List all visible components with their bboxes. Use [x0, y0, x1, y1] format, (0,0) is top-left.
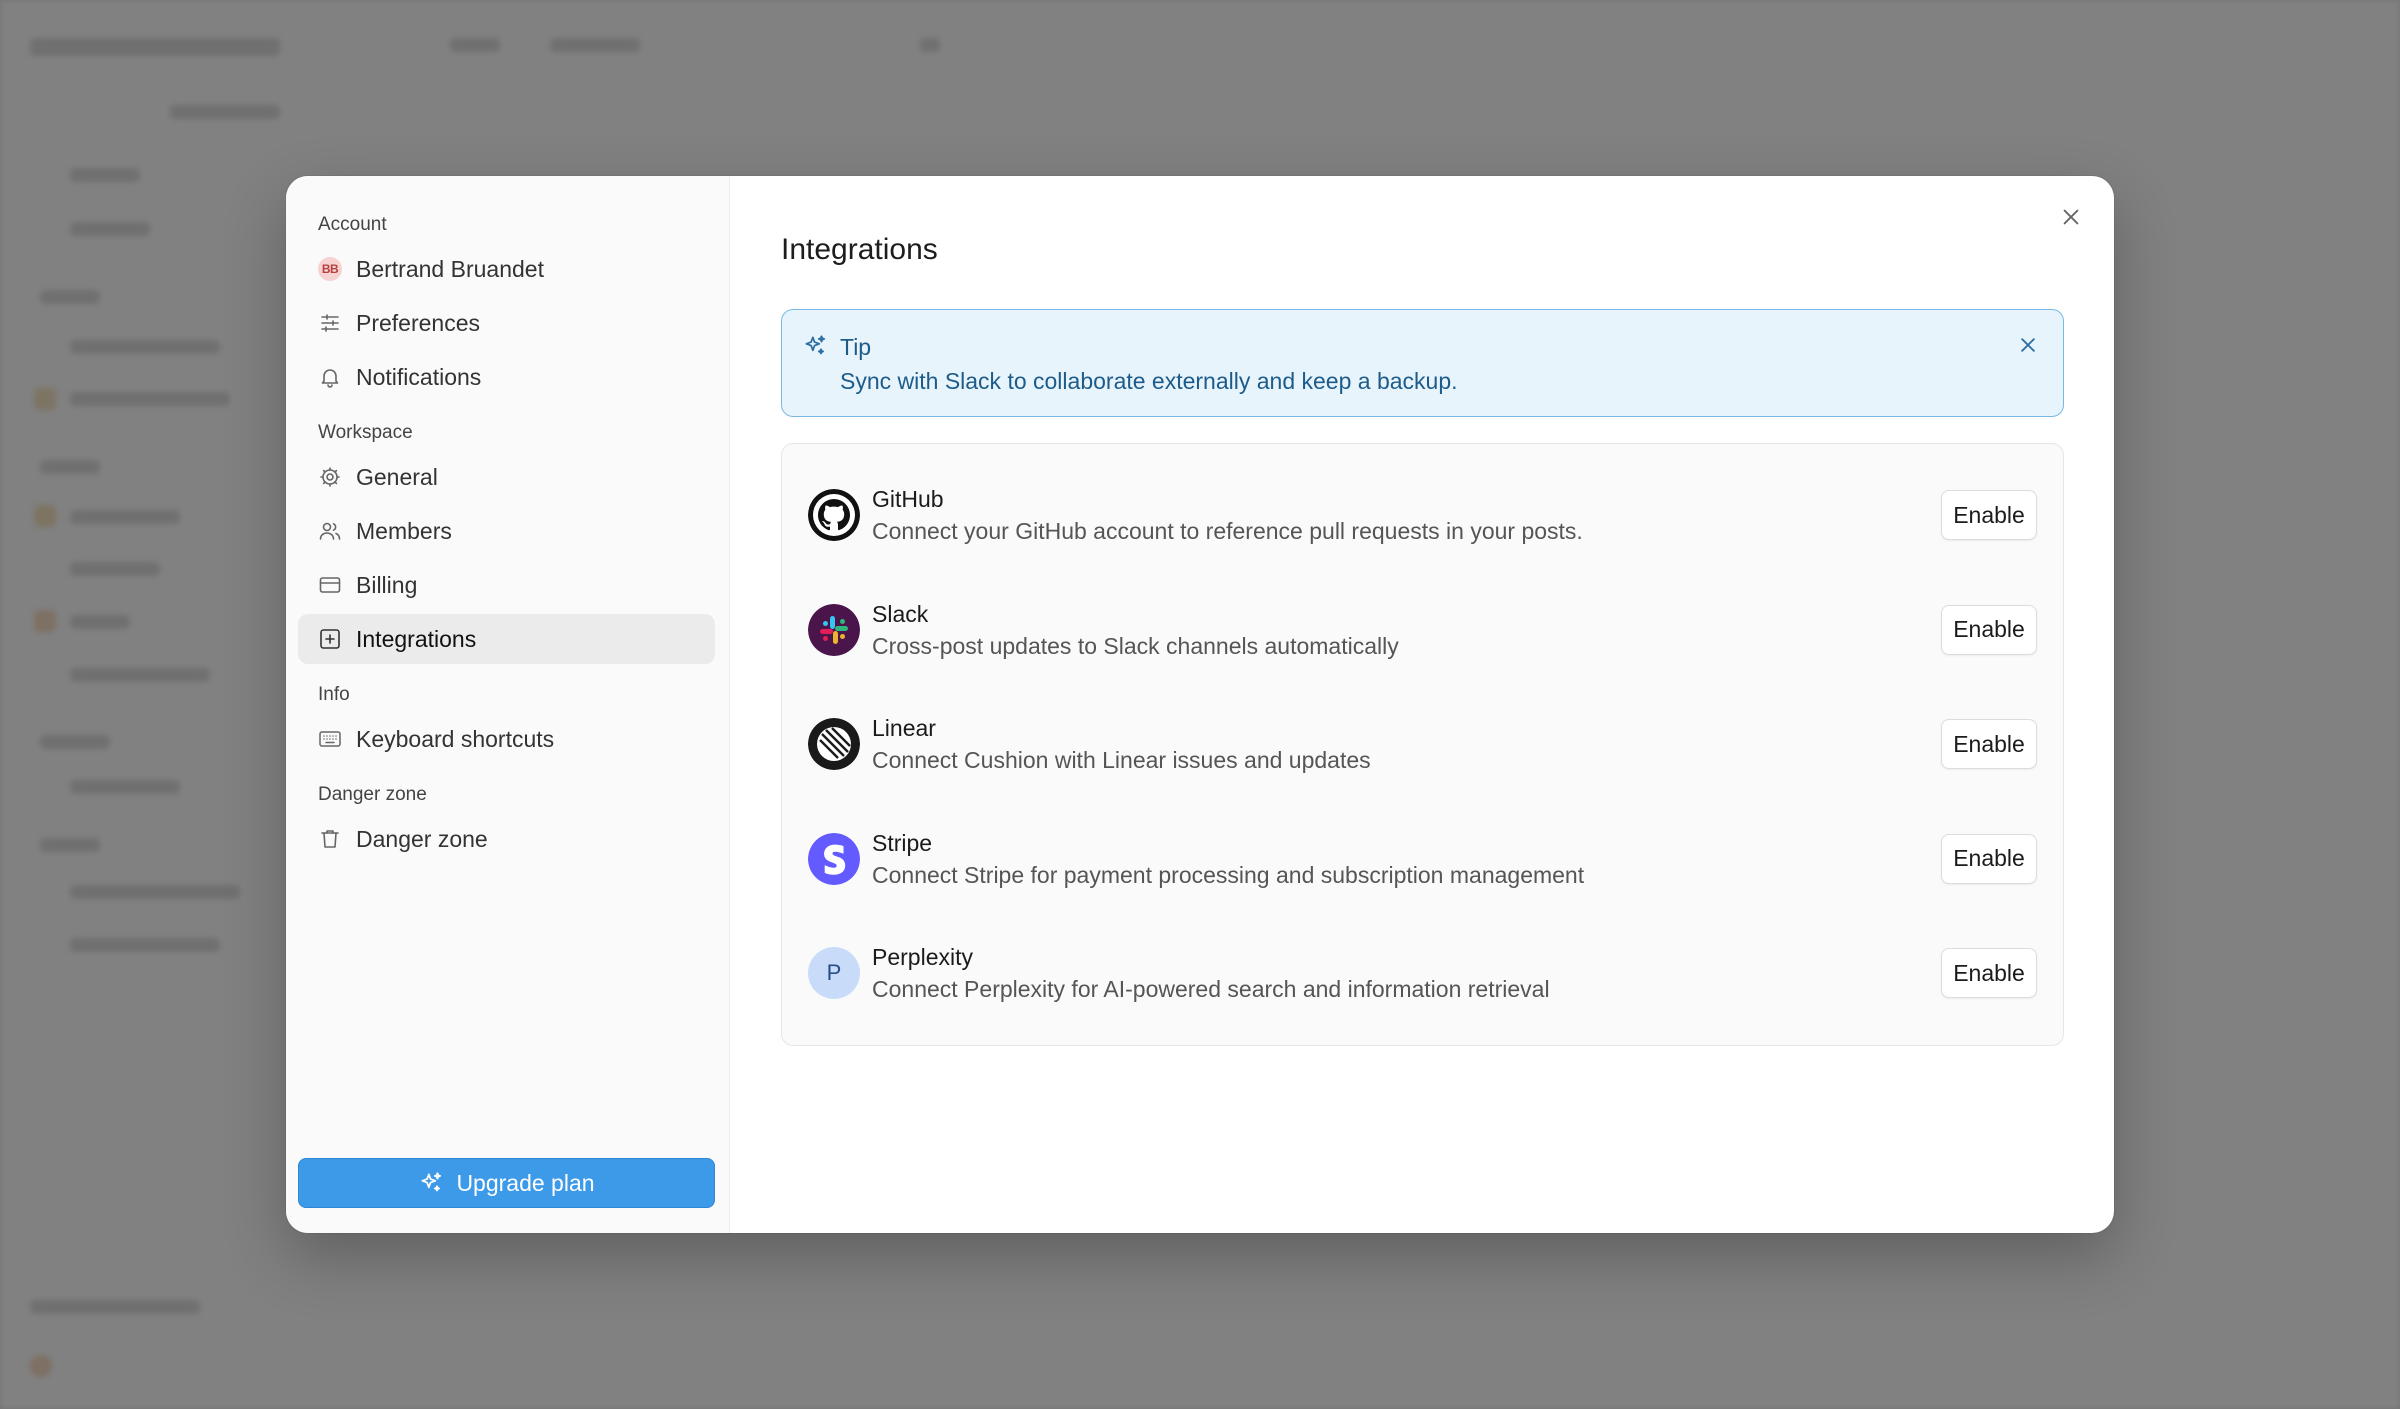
upgrade-plan-label: Upgrade plan	[456, 1169, 595, 1196]
keyboard-icon	[318, 727, 342, 751]
sliders-icon	[318, 311, 342, 335]
bell-icon	[318, 365, 342, 389]
integration-name: Slack	[872, 600, 929, 627]
stripe-icon	[808, 832, 860, 885]
tip-title: Tip	[840, 334, 872, 360]
section-danger-title: Danger zone	[318, 784, 427, 805]
sidebar-item-label: Danger zone	[356, 825, 488, 852]
sparkles-icon	[805, 335, 826, 355]
sidebar-item-label: Notifications	[356, 363, 482, 390]
integration-row-perplexity: P Perplexity Connect Perplexity for AI-p…	[808, 916, 2037, 1031]
close-modal-button[interactable]	[2054, 200, 2088, 234]
sidebar-item-members[interactable]: Members	[298, 506, 715, 556]
perplexity-icon: P	[808, 947, 860, 1000]
integration-description: Connect Stripe for payment processing an…	[872, 861, 1585, 888]
credit-card-icon	[318, 573, 342, 597]
enable-perplexity-button[interactable]: Enable	[1941, 948, 2037, 999]
tip-text: Sync with Slack to collaborate externall…	[840, 368, 1458, 394]
sidebar-item-keyboard-shortcuts[interactable]: Keyboard shortcuts	[298, 714, 715, 764]
sidebar-item-label: Integrations	[356, 625, 477, 652]
enable-slack-button[interactable]: Enable	[1941, 604, 2037, 655]
sparkles-icon	[421, 1172, 442, 1192]
section-workspace-title: Workspace	[318, 422, 413, 443]
plus-square-icon	[318, 627, 342, 651]
integration-description: Connect Perplexity for AI-powered search…	[872, 976, 1550, 1003]
linear-icon	[808, 718, 860, 771]
tip-banner: Tip Sync with Slack to collaborate exter…	[781, 309, 2064, 417]
integration-description: Cross-post updates to Slack channels aut…	[872, 632, 1399, 659]
section-info-title: Info	[318, 684, 350, 705]
integration-row-linear: Linear Connect Cushion with Linear issue…	[808, 687, 2037, 802]
integration-description: Connect your GitHub account to reference…	[872, 518, 1583, 545]
sidebar-item-profile[interactable]: BB Bertrand Bruandet	[298, 244, 715, 294]
integration-name: Perplexity	[872, 944, 973, 971]
sidebar-item-label: Members	[356, 517, 452, 544]
page-title: Integrations	[781, 233, 938, 266]
settings-modal: Account BB Bertrand Bruandet Preferences…	[286, 176, 2114, 1233]
sidebar-item-general[interactable]: General	[298, 452, 715, 502]
gear-icon	[318, 465, 342, 489]
upgrade-plan-button[interactable]: Upgrade plan	[298, 1158, 715, 1208]
integration-name: GitHub	[872, 486, 944, 513]
sidebar-item-preferences[interactable]: Preferences	[298, 298, 715, 348]
integration-row-stripe: Stripe Connect Stripe for payment proces…	[808, 802, 2037, 917]
close-icon	[2021, 338, 2035, 352]
enable-stripe-button[interactable]: Enable	[1941, 833, 2037, 884]
integration-name: Linear	[872, 715, 936, 742]
sidebar-item-label: General	[356, 463, 438, 490]
sidebar-item-billing[interactable]: Billing	[298, 560, 715, 610]
enable-github-button[interactable]: Enable	[1941, 490, 2037, 541]
users-icon	[318, 519, 342, 543]
github-icon	[808, 489, 860, 542]
trash-icon	[318, 827, 342, 851]
integrations-list: GitHub Connect your GitHub account to re…	[781, 443, 2064, 1046]
integration-row-slack: Slack Cross-post updates to Slack channe…	[808, 573, 2037, 688]
sidebar-item-label: Bertrand Bruandet	[356, 255, 544, 282]
section-account-title: Account	[318, 214, 387, 235]
sidebar-item-label: Billing	[356, 571, 418, 598]
integrations-panel: Integrations Tip Sync with Slack to coll…	[730, 176, 2114, 1233]
integration-name: Stripe	[872, 829, 933, 856]
integration-row-github: GitHub Connect your GitHub account to re…	[808, 458, 2037, 573]
sidebar-item-label: Preferences	[356, 309, 481, 336]
settings-sidebar: Account BB Bertrand Bruandet Preferences…	[286, 176, 730, 1233]
slack-icon	[808, 603, 860, 656]
avatar: BB	[318, 257, 342, 281]
close-icon	[2063, 209, 2079, 225]
dismiss-tip-button[interactable]	[2013, 330, 2043, 360]
sidebar-item-label: Keyboard shortcuts	[356, 725, 555, 752]
enable-linear-button[interactable]: Enable	[1941, 719, 2037, 770]
sidebar-item-notifications[interactable]: Notifications	[298, 352, 715, 402]
sidebar-item-integrations[interactable]: Integrations	[298, 614, 715, 664]
sidebar-item-danger-zone[interactable]: Danger zone	[298, 814, 715, 864]
integration-description: Connect Cushion with Linear issues and u…	[872, 747, 1371, 774]
